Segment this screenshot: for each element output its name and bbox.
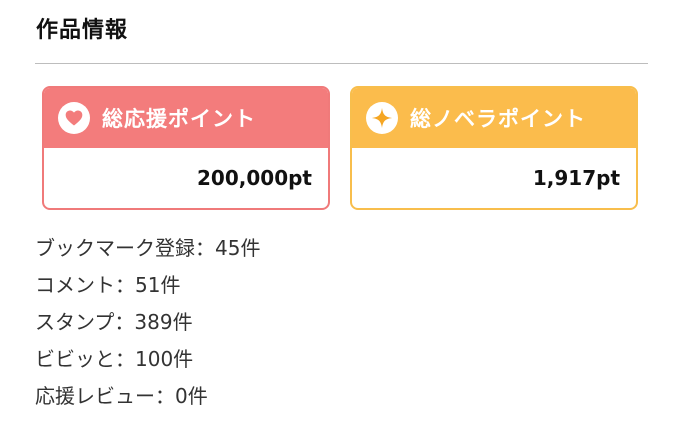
stat-separator: ： bbox=[115, 273, 135, 297]
heart-icon bbox=[58, 102, 90, 134]
novera-card-header: 総ノベラポイント bbox=[352, 88, 636, 148]
stat-label: コメント bbox=[35, 273, 115, 297]
novera-card-label: 総ノベラポイント bbox=[410, 107, 586, 131]
stat-separator: ： bbox=[114, 310, 135, 334]
stat-bookmarks: ブックマーク登録：45件 bbox=[35, 232, 260, 269]
stat-label: 応援レビュー bbox=[35, 384, 155, 408]
stat-value: 0件 bbox=[175, 384, 208, 408]
stat-bibitto: ビビッと：100件 bbox=[35, 343, 260, 380]
stat-label: スタンプ bbox=[35, 310, 115, 334]
support-card-label: 総応援ポイント bbox=[102, 107, 256, 131]
novera-points-value: 1,917pt bbox=[532, 166, 620, 190]
section-title: 作品情報 bbox=[36, 18, 129, 43]
stats-list: ブックマーク登録：45件 コメント：51件 スタンプ：389件 ビビッと：100… bbox=[35, 232, 260, 417]
stat-comments: コメント：51件 bbox=[35, 269, 260, 306]
total-novera-points-card: 総ノベラポイント 1,917pt bbox=[350, 86, 638, 210]
stat-value: 389件 bbox=[134, 310, 193, 334]
stat-separator: ： bbox=[115, 347, 135, 371]
stat-stamps: スタンプ：389件 bbox=[35, 306, 260, 343]
stat-label: ブックマーク登録 bbox=[35, 236, 195, 260]
stat-separator: ： bbox=[155, 384, 175, 408]
support-points-value: 200,000pt bbox=[197, 166, 312, 190]
stat-label: ビビッと bbox=[35, 347, 115, 371]
stat-value: 51件 bbox=[135, 273, 181, 297]
total-support-points-card: 総応援ポイント 200,000pt bbox=[42, 86, 330, 210]
section-divider bbox=[35, 63, 648, 64]
stat-value: 45件 bbox=[215, 236, 261, 260]
stat-support-reviews: 応援レビュー：0件 bbox=[35, 380, 260, 417]
stat-separator: ： bbox=[195, 236, 215, 260]
sparkle-star-icon bbox=[366, 102, 398, 134]
stat-value: 100件 bbox=[135, 347, 194, 371]
support-card-header: 総応援ポイント bbox=[44, 88, 328, 148]
